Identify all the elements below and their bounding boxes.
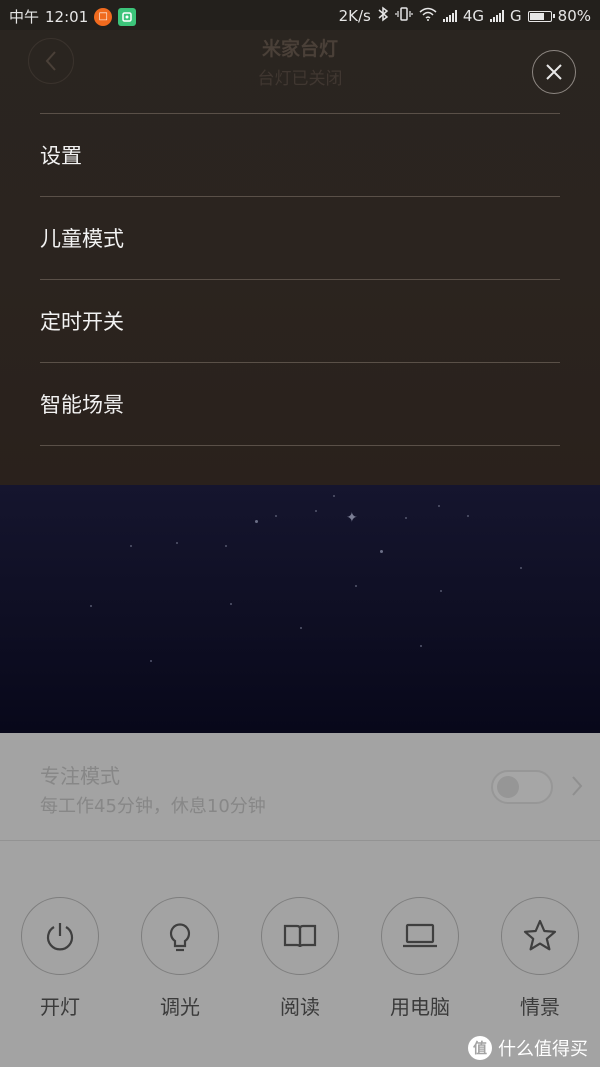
computer-button[interactable] <box>381 897 459 975</box>
mijia-notification-icon <box>118 7 137 26</box>
focus-mode-toggle[interactable] <box>491 770 553 804</box>
scene-button[interactable] <box>501 897 579 975</box>
scene-label: 情景 <box>520 995 560 1019</box>
toggle-knob <box>497 776 519 798</box>
menu-item-label: 儿童模式 <box>40 227 124 251</box>
chevron-right-icon[interactable] <box>571 775 583 803</box>
panel-divider <box>0 840 600 841</box>
menu-item-label: 智能场景 <box>40 393 124 417</box>
status-bar: 中午 12:01 □ 2K/s 4G G 80% <box>0 0 600 30</box>
bulb-icon <box>169 923 191 952</box>
dimming-label: 调光 <box>160 995 200 1019</box>
focus-mode-title: 专注模式 <box>40 764 120 788</box>
status-time: 12:01 <box>45 7 89 26</box>
bluetooth-icon <box>377 6 389 26</box>
vibrate-icon <box>395 6 413 26</box>
menu-item-label: 设置 <box>40 144 82 168</box>
control-panel: 专注模式 每工作45分钟，休息10分钟 开灯 调光 阅读 用电脑 情景 值 什么… <box>0 733 600 1067</box>
signal-icon <box>442 10 457 22</box>
reading-label: 阅读 <box>280 995 320 1019</box>
menu-item-settings[interactable]: 设置 <box>40 113 560 196</box>
power-icon <box>46 923 74 951</box>
network-4g-label: 4G <box>462 7 485 25</box>
book-icon <box>283 924 317 948</box>
star-icon <box>523 919 557 951</box>
computer-label: 用电脑 <box>390 995 450 1019</box>
sparkle-icon: ✦ <box>346 510 358 526</box>
app-subtitle: 台灯已关闭 <box>257 69 343 89</box>
app-title: 米家台灯 <box>261 38 338 60</box>
network-speed: 2K/s <box>338 7 371 25</box>
close-icon <box>546 64 562 80</box>
network-g-label: G <box>510 7 522 25</box>
close-menu-button[interactable] <box>532 50 576 94</box>
watermark: 值 什么值得买 <box>468 1035 588 1061</box>
menu-item-smart-scene[interactable]: 智能场景 <box>40 362 560 445</box>
app-notification-icon: □ <box>94 7 113 26</box>
battery-icon <box>527 10 555 22</box>
laptop-icon <box>403 923 437 948</box>
reading-button[interactable] <box>261 897 339 975</box>
power-button[interactable] <box>21 897 99 975</box>
watermark-logo: 值 <box>468 1036 492 1060</box>
signal-icon-2 <box>490 10 505 22</box>
wifi-icon <box>419 7 437 25</box>
dimming-button[interactable] <box>141 897 219 975</box>
menu-item-label: 定时开关 <box>40 310 124 334</box>
watermark-text: 什么值得买 <box>498 1039 588 1060</box>
battery-percent: 80% <box>557 7 591 25</box>
night-sky-background: ✦ <box>0 485 600 733</box>
focus-mode-description: 每工作45分钟，休息10分钟 <box>40 796 266 817</box>
power-label: 开灯 <box>40 995 80 1019</box>
menu-item-timer-switch[interactable]: 定时开关 <box>40 279 560 362</box>
menu-item-child-mode[interactable]: 儿童模式 <box>40 196 560 279</box>
overflow-menu: 设置 儿童模式 定时开关 智能场景 <box>40 113 560 446</box>
status-time-label: 中午 <box>9 8 40 26</box>
menu-divider <box>40 445 560 446</box>
